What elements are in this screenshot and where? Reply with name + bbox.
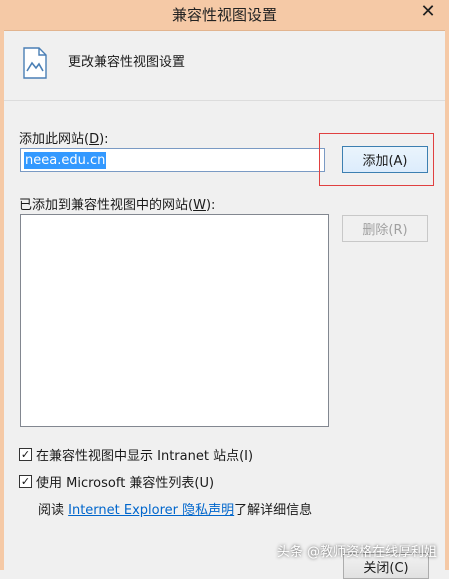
site-list[interactable] xyxy=(20,214,329,427)
window-right-border xyxy=(445,30,449,570)
intranet-checkbox[interactable]: ✓ xyxy=(19,448,32,461)
document-page-icon xyxy=(22,47,48,83)
ms-list-label: 使用 Microsoft 兼容性列表(U) xyxy=(36,476,215,491)
header-text: 更改兼容性视图设置 xyxy=(68,55,186,70)
title-bar[interactable]: 兼容性视图设置 ✕ xyxy=(0,0,449,31)
close-icon: ✕ xyxy=(420,0,436,22)
add-site-label: 添加此网站(D): xyxy=(19,132,109,147)
intranet-option[interactable]: ✓ 在兼容性视图中显示 Intranet 站点(I) xyxy=(19,445,253,464)
watermark-text: 头条 @教师资格在线厚利姐 xyxy=(276,545,437,560)
window-title: 兼容性视图设置 xyxy=(171,6,277,24)
site-list-label: 已添加到兼容性视图中的网站(W): xyxy=(19,198,216,213)
intranet-label: 在兼容性视图中显示 Intranet 站点(I) xyxy=(36,449,254,464)
add-site-input-value: neea.edu.cn xyxy=(24,151,107,169)
close-window-button[interactable]: ✕ xyxy=(413,0,443,22)
ms-list-checkbox[interactable]: ✓ xyxy=(19,475,32,488)
remove-button[interactable]: 删除(R) xyxy=(342,215,428,242)
privacy-statement-link[interactable]: Internet Explorer 隐私声明 xyxy=(68,503,234,518)
privacy-line: 阅读 Internet Explorer 隐私声明了解详细信息 xyxy=(38,503,313,518)
add-button[interactable]: 添加(A) xyxy=(342,146,428,173)
ms-list-option[interactable]: ✓ 使用 Microsoft 兼容性列表(U) xyxy=(19,472,214,491)
window-left-border xyxy=(0,30,4,570)
add-site-input[interactable]: neea.edu.cn xyxy=(20,148,325,172)
header-divider xyxy=(4,100,445,101)
